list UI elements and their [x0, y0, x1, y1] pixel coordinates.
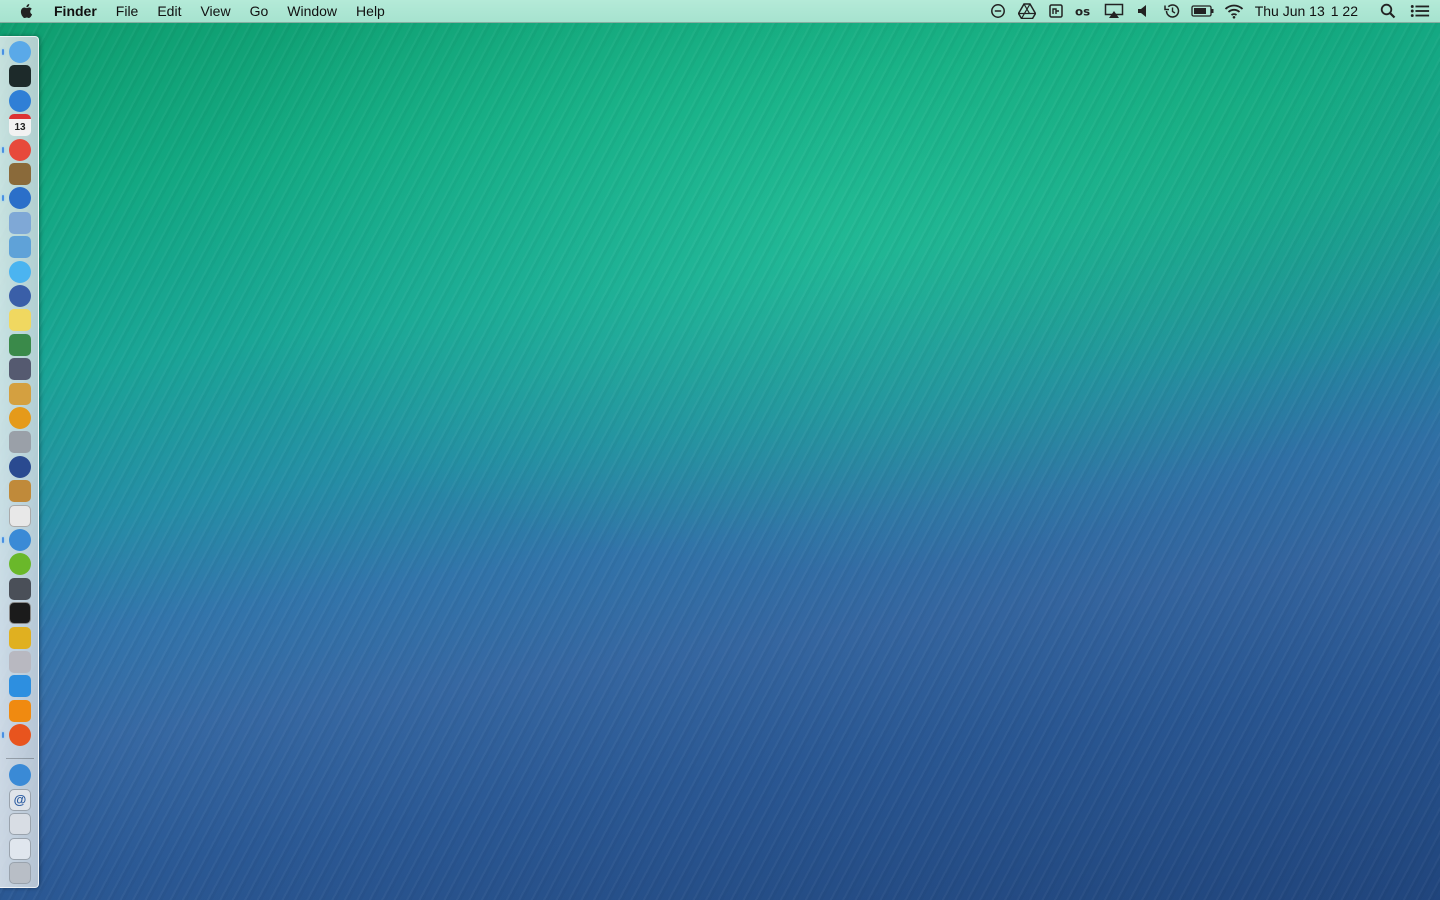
app-store-icon[interactable] — [9, 89, 31, 112]
applications-folder-icon[interactable] — [9, 764, 31, 786]
preview-icon[interactable] — [9, 211, 31, 234]
activity-monitor-icon[interactable] — [9, 65, 31, 88]
wifi-icon[interactable] — [1224, 3, 1244, 19]
time-machine-icon[interactable] — [1162, 3, 1182, 19]
spotlight-search-icon[interactable] — [1378, 3, 1398, 19]
running-indicator — [2, 195, 4, 202]
lastpass-icon[interactable]: os — [1075, 3, 1095, 19]
photo-booth-icon[interactable] — [9, 236, 31, 259]
transmission-icon[interactable] — [9, 651, 31, 673]
script-editor-icon[interactable] — [9, 358, 31, 381]
menu-go[interactable]: Go — [250, 3, 269, 19]
textedit-icon[interactable] — [9, 504, 31, 527]
running-indicator — [2, 537, 4, 543]
clock-time[interactable]: 1 22 — [1331, 3, 1358, 19]
stickies-icon[interactable] — [9, 309, 31, 332]
running-indicator — [2, 146, 4, 153]
google-drive-icon[interactable] — [1017, 3, 1037, 19]
do-not-disturb-icon[interactable] — [988, 3, 1008, 19]
running-indicator — [2, 732, 4, 739]
itunes-icon[interactable] — [9, 187, 31, 210]
quicktime-icon[interactable] — [9, 285, 31, 307]
numbers-icon[interactable] — [9, 333, 31, 356]
clock-date[interactable]: Thu Jun 13 — [1255, 3, 1325, 19]
battery-icon[interactable] — [1191, 3, 1215, 19]
trash-icon[interactable] — [9, 862, 31, 884]
menu-view[interactable]: View — [200, 3, 230, 19]
twitter-icon[interactable] — [9, 675, 31, 698]
mail-icon[interactable]: @ — [9, 788, 31, 811]
documents-folder-icon[interactable] — [9, 837, 31, 860]
iphoto-icon[interactable] — [9, 163, 31, 185]
apple-menu-icon[interactable] — [18, 2, 36, 20]
menu-extras: os Thu Jun 13 1 22 — [979, 0, 1440, 22]
menu-help[interactable]: Help — [356, 3, 385, 19]
menu-bar: Finder File Edit View Go Window Help os — [0, 0, 1440, 23]
pages-icon[interactable] — [9, 382, 31, 405]
menu-window[interactable]: Window — [287, 3, 337, 19]
menu-app-name[interactable]: Finder — [54, 3, 97, 19]
firefox-icon[interactable] — [9, 724, 31, 747]
menu-edit[interactable]: Edit — [157, 3, 181, 19]
system-preferences-icon[interactable] — [9, 577, 31, 600]
notification-center-icon[interactable] — [1410, 3, 1430, 19]
unarchiver-icon[interactable] — [9, 480, 31, 503]
desktop-wallpaper: Finder File Edit View Go Window Help os — [0, 0, 1440, 900]
calendar-icon[interactable]: 13 — [9, 114, 31, 137]
quicktime-player-icon[interactable] — [9, 455, 31, 478]
downloads-folder-icon[interactable] — [9, 813, 31, 835]
chrome-icon[interactable] — [9, 138, 31, 161]
running-indicator — [2, 49, 4, 55]
dock: 13 @ — [0, 36, 39, 888]
airplay-icon[interactable] — [1104, 3, 1124, 19]
spotify-icon[interactable] — [9, 553, 31, 576]
terminal-icon[interactable] — [9, 602, 31, 625]
dock-separator — [6, 758, 34, 759]
finder-icon[interactable] — [9, 41, 31, 63]
messages-icon[interactable] — [9, 260, 31, 283]
volume-icon[interactable] — [1133, 3, 1153, 19]
dock-icon-label: @ — [13, 792, 27, 807]
safari-icon[interactable] — [9, 529, 31, 551]
growl-icon[interactable] — [9, 626, 31, 649]
svg-text:os: os — [1075, 5, 1090, 19]
plex-icon[interactable] — [9, 407, 31, 429]
notes-icon[interactable] — [1046, 3, 1066, 19]
automator-icon[interactable] — [9, 431, 31, 454]
menu-file[interactable]: File — [116, 3, 139, 19]
vlc-icon[interactable] — [9, 699, 31, 722]
dock-icon-label: 13 — [14, 122, 26, 134]
